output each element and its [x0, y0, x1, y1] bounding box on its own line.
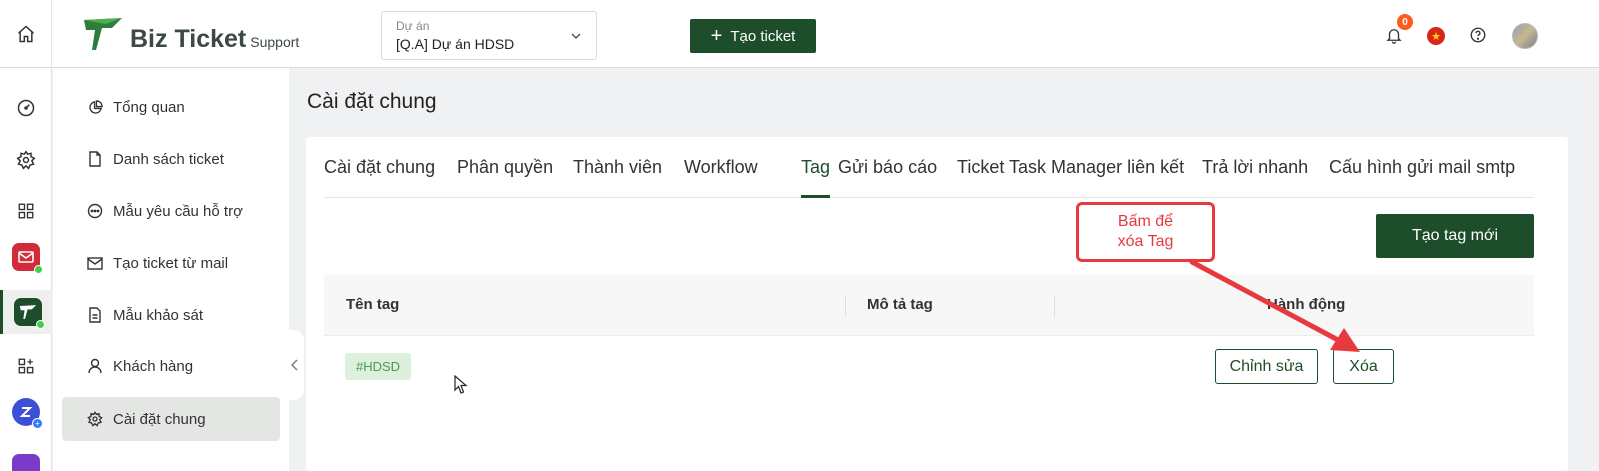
create-ticket-button[interactable]: + Tạo ticket	[690, 19, 816, 53]
sidebar-item-request-template[interactable]: Mẫu yêu cầu hỗ trợ	[62, 189, 280, 233]
sidebar-item-ticket-list[interactable]: Danh sách ticket	[62, 137, 280, 181]
biz-ticket-logo[interactable]: Biz Ticket Support	[82, 16, 299, 52]
home-icon	[17, 25, 34, 43]
chat-bubble-icon	[87, 203, 103, 219]
delete-tag-button[interactable]: Xóa	[1333, 349, 1394, 384]
tag-chip: #HDSD	[345, 353, 412, 380]
logo-text: Biz Ticket	[130, 25, 247, 53]
home-button[interactable]	[0, 0, 52, 68]
tab-permissions[interactable]: Phân quyền	[457, 157, 553, 178]
table-row: #HDSD Chỉnh sửa Xóa	[324, 335, 1534, 395]
project-value: [Q.A] Dự án HDSD	[396, 36, 515, 52]
chevron-left-icon	[291, 359, 298, 371]
create-ticket-label: Tạo ticket	[730, 27, 796, 45]
help-icon	[1470, 27, 1486, 43]
mail-icon	[87, 255, 103, 271]
vn-flag-icon[interactable]: ★	[1427, 27, 1445, 45]
help-button[interactable]	[1467, 24, 1489, 46]
rail-add-app[interactable]	[0, 344, 52, 388]
sidebar-item-label: Khách hàng	[113, 357, 194, 375]
settings-tabs: Cài đặt chung Phân quyền Thành viên Work…	[324, 137, 1534, 198]
sidebar-item-customers[interactable]: Khách hàng	[62, 344, 280, 388]
mouse-cursor-icon	[454, 375, 468, 394]
table-header: Tên tag Mô tả tag Hành động	[324, 275, 1534, 335]
column-header-tag-description: Mô tả tag	[867, 296, 933, 313]
tag-table: Tên tag Mô tả tag Hành động #HDSD Chỉnh …	[324, 275, 1534, 395]
tab-workflow[interactable]: Workflow	[684, 157, 758, 178]
add-dot-icon: +	[32, 418, 43, 429]
annotation-line-1: Bấm để	[1117, 213, 1174, 230]
purple-app-icon	[12, 454, 40, 471]
column-divider	[845, 295, 846, 317]
column-header-tag-name: Tên tag	[346, 296, 400, 313]
tab-task-manager-link[interactable]: Ticket Task Manager liên kết	[957, 157, 1184, 178]
top-header: Biz Ticket Support Dự án [Q.A] Dự án HDS…	[0, 0, 1599, 68]
tab-general-settings[interactable]: Cài đặt chung	[324, 157, 435, 178]
tab-tag[interactable]: Tag	[801, 157, 830, 178]
settings-icon	[16, 150, 36, 170]
apps-grid-icon	[18, 203, 34, 219]
edit-tag-button[interactable]: Chỉnh sửa	[1215, 349, 1318, 384]
app-add-icon	[18, 358, 34, 374]
project-label: Dự án	[396, 19, 430, 33]
sidebar: Tổng quan Danh sách ticket Mẫu yêu cầu h…	[53, 68, 289, 471]
document-icon	[87, 307, 103, 323]
tab-smtp-config[interactable]: Cấu hình gửi mail smtp	[1329, 157, 1515, 178]
pie-chart-icon	[87, 99, 103, 115]
plus-icon: +	[710, 25, 723, 47]
rail-more-app[interactable]	[0, 446, 52, 471]
annotation-line-2: xóa Tag	[1117, 233, 1174, 250]
tab-members[interactable]: Thành viên	[573, 157, 662, 178]
page-title: Cài đặt chung	[307, 90, 437, 113]
rail-dashboard[interactable]	[0, 86, 52, 130]
file-icon	[87, 151, 103, 167]
sidebar-collapse-button[interactable]	[286, 330, 304, 400]
app-rail: +	[0, 68, 52, 471]
tab-send-report[interactable]: Gửi báo cáo	[838, 157, 937, 178]
rail-apps[interactable]	[0, 189, 52, 233]
project-select[interactable]: Dự án [Q.A] Dự án HDSD	[381, 11, 597, 60]
column-divider	[1054, 295, 1055, 317]
online-dot	[35, 320, 45, 329]
notification-badge: 0	[1397, 14, 1413, 30]
sidebar-item-overview[interactable]: Tổng quan	[62, 85, 280, 129]
column-header-actions: Hành động	[1267, 296, 1346, 313]
chat-app-icon: +	[12, 398, 43, 429]
sidebar-item-label: Cài đặt chung	[113, 410, 206, 428]
rail-chat-app[interactable]: +	[0, 390, 52, 434]
avatar[interactable]	[1512, 23, 1538, 49]
biz-ticket-app-icon	[13, 298, 45, 329]
sidebar-item-label: Mẫu yêu cầu hỗ trợ	[113, 202, 243, 220]
annotation-callout: Bấm để xóa Tag	[1076, 202, 1215, 262]
user-icon	[87, 358, 103, 374]
sidebar-item-survey-template[interactable]: Mẫu khảo sát	[62, 293, 280, 337]
gear-icon	[87, 411, 103, 427]
rail-mail-app[interactable]	[0, 235, 52, 279]
sidebar-item-label: Tạo ticket từ mail	[113, 254, 229, 272]
rail-biz-ticket[interactable]	[0, 290, 52, 334]
logo-subtext: Support	[250, 34, 300, 50]
sidebar-item-label: Mẫu khảo sát	[113, 306, 204, 324]
sidebar-item-general-settings[interactable]: Cài đặt chung	[62, 397, 280, 441]
tab-quick-reply[interactable]: Trả lời nhanh	[1202, 157, 1308, 178]
sidebar-item-label: Danh sách ticket	[113, 150, 224, 168]
rail-settings[interactable]	[0, 138, 52, 182]
chevron-down-icon	[571, 33, 581, 40]
active-tab-indicator	[801, 195, 830, 198]
sidebar-item-label: Tổng quan	[113, 98, 185, 116]
logo-mark-icon	[84, 18, 122, 50]
online-dot	[34, 265, 43, 274]
create-tag-button[interactable]: Tạo tag mới	[1376, 214, 1534, 258]
settings-card: Cài đặt chung Phân quyền Thành viên Work…	[306, 137, 1568, 471]
sidebar-item-ticket-from-mail[interactable]: Tạo ticket từ mail	[62, 241, 280, 285]
mail-app-icon	[12, 243, 43, 274]
dashboard-icon	[17, 99, 35, 117]
